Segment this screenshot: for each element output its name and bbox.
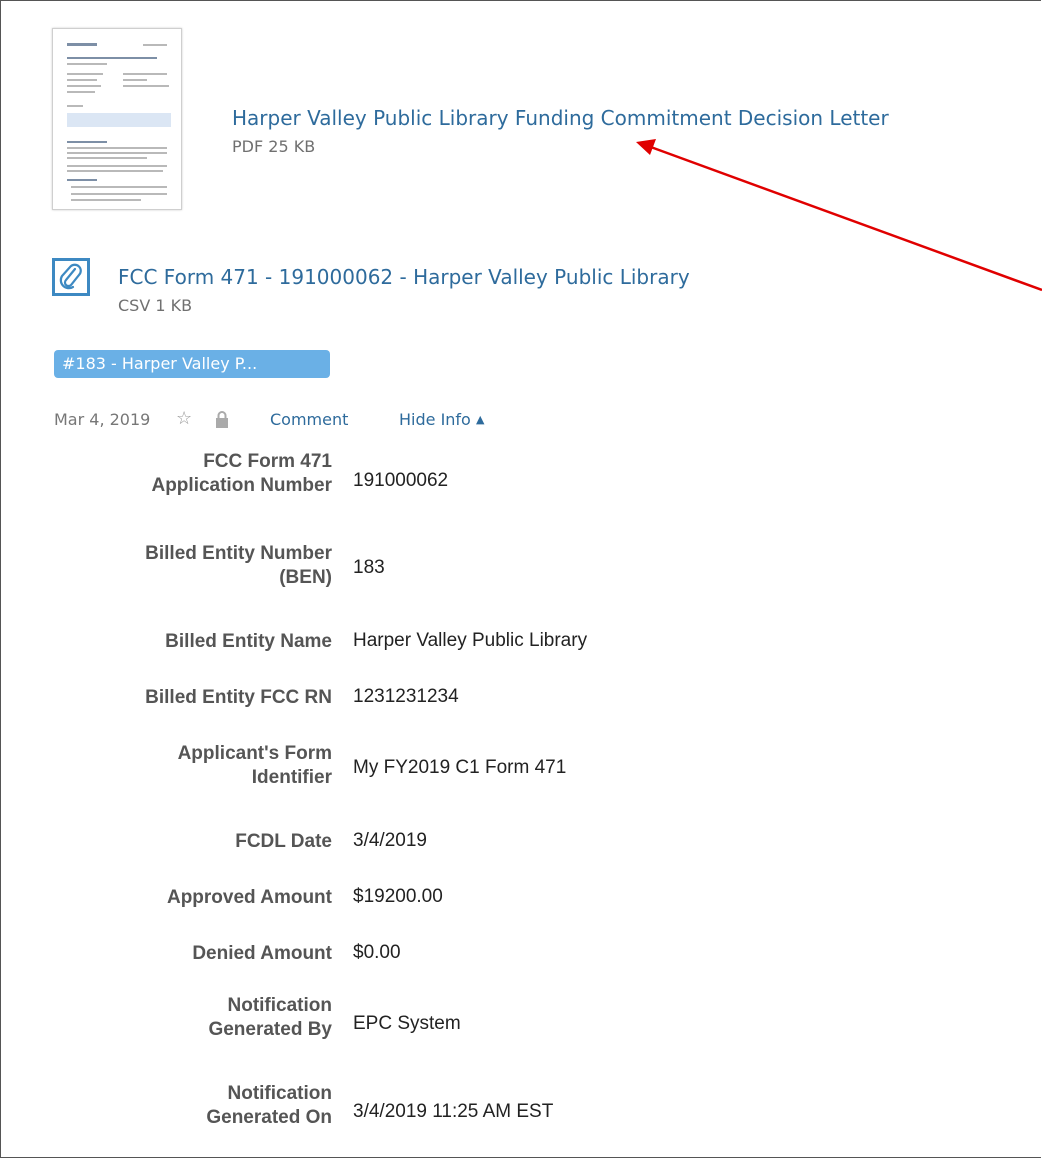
annotation-arrow <box>636 139 1042 292</box>
